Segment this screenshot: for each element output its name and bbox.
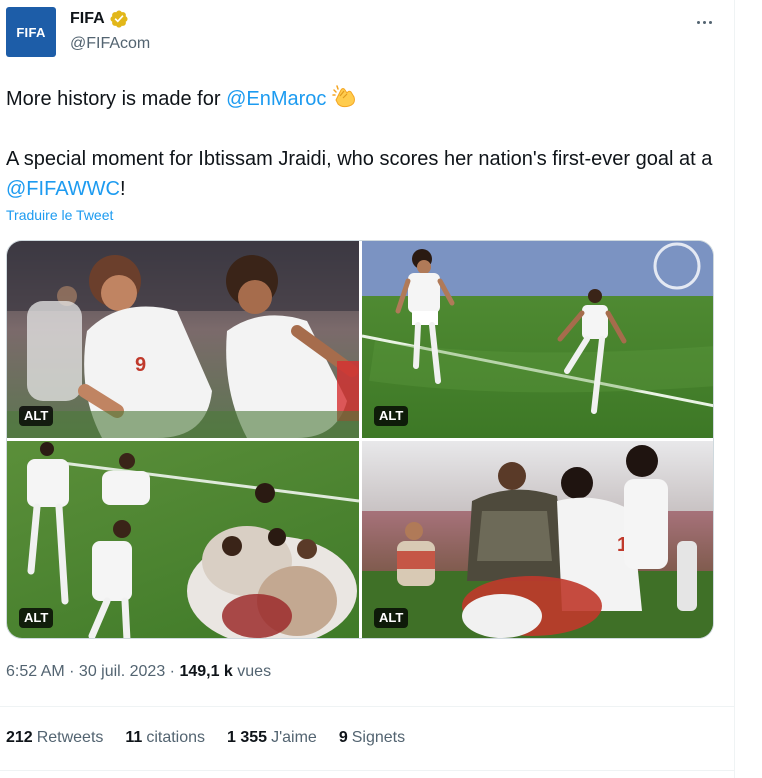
more-dot xyxy=(696,20,700,24)
alt-badge[interactable]: ALT xyxy=(19,608,54,628)
tweet-text: More history is made for @EnMaroc A spec… xyxy=(6,84,721,204)
likes-stat[interactable]: 1 355 J'aime xyxy=(227,729,317,747)
alt-badge[interactable]: ALT xyxy=(374,406,409,426)
views-count: 149,1 k xyxy=(179,663,233,680)
meta-separator: · xyxy=(64,663,79,680)
photo-celebration-closeup[interactable]: 9 ALT xyxy=(7,241,359,438)
quotes-count: 11 xyxy=(125,729,143,746)
bookmarks-stat[interactable]: 9 Signets xyxy=(339,729,405,747)
tweet-line-2-end: ! xyxy=(119,178,126,200)
photo-4-illustration: 1 xyxy=(362,445,713,638)
photo-players-running[interactable]: ALT xyxy=(362,241,713,438)
divider xyxy=(0,706,734,707)
more-dot xyxy=(702,20,706,24)
retweets-label: Retweets xyxy=(36,729,104,746)
retweets-count: 212 xyxy=(6,729,33,746)
svg-text:9: 9 xyxy=(135,354,146,376)
quotes-label: citations xyxy=(146,729,206,746)
avatar[interactable]: FIFA xyxy=(6,7,56,57)
timeline-border xyxy=(734,0,735,778)
quotes-stat[interactable]: 11 citations xyxy=(125,729,205,747)
mention-enmaroc[interactable]: @EnMaroc xyxy=(226,88,326,110)
photo-group-celebration[interactable]: 1 ALT xyxy=(362,441,713,638)
tweet-line-1-text: More history is made for xyxy=(6,88,227,110)
photo-team-huddle[interactable]: ALT xyxy=(7,441,359,638)
photo-3-illustration xyxy=(27,442,359,638)
author-name-row: FIFA xyxy=(70,9,129,29)
alt-badge[interactable]: ALT xyxy=(19,406,54,426)
tweet-line-2: A special moment for Ibtissam Jraidi, wh… xyxy=(6,144,721,204)
author-handle[interactable]: @FIFAcom xyxy=(70,35,150,53)
photo-2-illustration xyxy=(362,241,713,414)
more-dot xyxy=(708,20,712,24)
clapping-hands-icon xyxy=(332,85,356,108)
tweet-stats: 212 Retweets 11 citations 1 355 J'aime 9 Sig… xyxy=(6,729,427,747)
divider xyxy=(0,770,734,771)
bookmarks-count: 9 xyxy=(338,729,348,746)
more-options-icon[interactable] xyxy=(690,12,718,32)
author-name[interactable]: FIFA xyxy=(70,10,105,28)
media-grid: 9 ALT ALT ALT 1 ALT xyxy=(6,240,714,639)
likes-count: 1 355 xyxy=(227,729,268,746)
likes-label: J'aime xyxy=(271,729,317,746)
tweet-date[interactable]: 30 juil. 2023 xyxy=(79,663,165,680)
mention-fifawwc[interactable]: @FIFAWWC xyxy=(6,178,120,200)
tweet-time[interactable]: 6:52 AM xyxy=(6,663,65,680)
views-label: vues xyxy=(237,663,272,680)
tweet-header: FIFA FIFA @FIFAcom xyxy=(6,6,718,58)
meta-separator: · xyxy=(165,663,180,680)
tweet-line-1: More history is made for @EnMaroc xyxy=(6,84,721,114)
avatar-logo-text: FIFA xyxy=(16,24,46,40)
verified-badge-icon[interactable] xyxy=(109,9,129,29)
tweet-line-2-text: A special moment for Ibtissam Jraidi, wh… xyxy=(6,148,713,170)
retweets-stat[interactable]: 212 Retweets xyxy=(6,729,103,747)
alt-badge[interactable]: ALT xyxy=(374,608,409,628)
bookmarks-label: Signets xyxy=(351,729,406,746)
tweet-meta: 6:52 AM · 30 juil. 2023 · 149,1 k vues xyxy=(6,663,271,681)
photo-1-illustration: 9 xyxy=(7,241,359,438)
translate-tweet-link[interactable]: Traduire le Tweet xyxy=(6,207,113,223)
